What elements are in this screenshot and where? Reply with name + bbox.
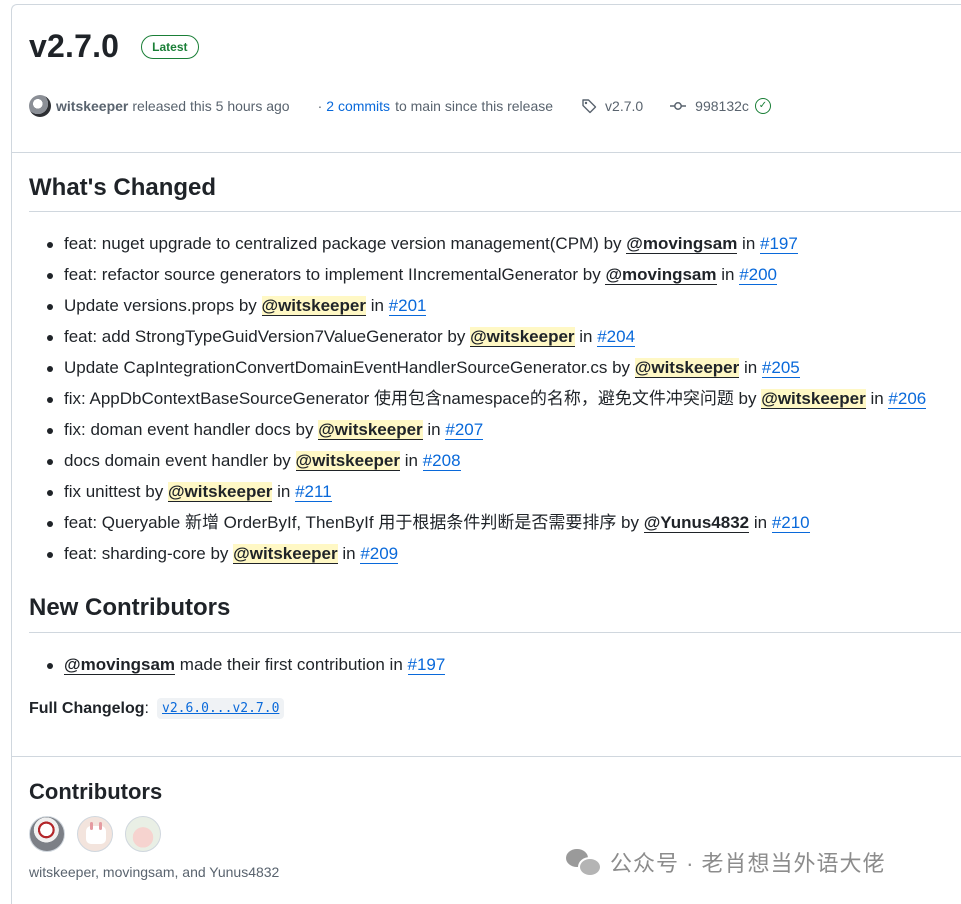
- pr-link[interactable]: #211: [295, 482, 332, 502]
- in-text: in: [739, 358, 762, 377]
- tag-icon: [581, 98, 597, 114]
- divider: [29, 632, 961, 633]
- new-contributors-list: @movingsam made their first contribution…: [29, 650, 446, 681]
- user-mention[interactable]: @witskeeper: [318, 420, 423, 440]
- list-item: fix unittest by @witskeeper in #211: [29, 477, 926, 508]
- list-item: feat: refactor source generators to impl…: [29, 260, 926, 291]
- user-mention[interactable]: @movingsam: [64, 655, 176, 675]
- watermark-text: 公众号 · 老肖想当外语大佬: [610, 851, 886, 876]
- changes-list: feat: nuget upgrade to centralized packa…: [29, 229, 927, 570]
- verified-check-icon[interactable]: ✓: [754, 98, 771, 114]
- change-text: fix: doman event handler docs by: [64, 420, 319, 439]
- latest-badge: Latest: [141, 34, 199, 59]
- colon: :: [144, 699, 149, 717]
- list-item: Update versions.props by @witskeeper in …: [29, 291, 926, 322]
- separator-dot: ·: [317, 98, 323, 114]
- avatar[interactable]: [125, 816, 161, 852]
- pr-link[interactable]: #208: [422, 451, 461, 471]
- change-text: docs domain event handler by: [64, 451, 296, 470]
- list-item: feat: Queryable 新增 OrderByIf, ThenByIf 用…: [29, 508, 926, 539]
- pr-link[interactable]: #197: [407, 655, 446, 675]
- tag-link[interactable]: v2.7.0: [605, 98, 643, 114]
- author-avatar[interactable]: [29, 95, 51, 117]
- pr-link[interactable]: #205: [761, 358, 800, 378]
- pr-link[interactable]: #200: [739, 265, 778, 285]
- new-contributors-heading: New Contributors: [29, 594, 231, 621]
- commits-suffix: to main since this release: [395, 98, 554, 114]
- avatar[interactable]: [29, 816, 65, 852]
- pr-link[interactable]: #204: [597, 327, 636, 347]
- change-text: feat: nuget upgrade to centralized packa…: [64, 234, 627, 253]
- whats-changed-heading: What's Changed: [29, 174, 217, 201]
- change-text: fix unittest by: [64, 482, 168, 501]
- list-item: fix: AppDbContextBaseSourceGenerator 使用包…: [29, 384, 927, 415]
- full-changelog: Full Changelog: v2.6.0...v2.7.0: [29, 698, 285, 719]
- change-text: fix: AppDbContextBaseSourceGenerator 使用包…: [64, 389, 762, 408]
- change-text: feat: sharding-core by: [64, 544, 234, 563]
- user-mention[interactable]: @witskeeper: [634, 358, 740, 378]
- divider: [29, 211, 961, 212]
- in-text: in: [716, 265, 740, 284]
- change-text: Update versions.props by: [64, 296, 262, 315]
- release-title[interactable]: v2.7.0: [29, 28, 119, 65]
- list-item: fix: doman event handler docs by @witske…: [29, 415, 926, 446]
- in-text: in: [574, 327, 598, 346]
- in-text: in: [365, 296, 389, 315]
- change-text: Update CapIntegrationConvertDomainEventH…: [64, 358, 635, 377]
- contribution-text: made their first contribution in: [175, 655, 408, 674]
- in-text: in: [422, 420, 446, 439]
- pr-link[interactable]: #207: [445, 420, 484, 440]
- release-header: v2.7.0 Latest: [29, 28, 199, 65]
- user-mention[interactable]: @witskeeper: [295, 451, 401, 471]
- in-text: in: [337, 544, 361, 563]
- user-mention[interactable]: @witskeeper: [167, 482, 273, 502]
- pr-link[interactable]: #197: [760, 234, 798, 254]
- released-text: released this 5 hours ago: [132, 98, 290, 114]
- pr-link[interactable]: #209: [360, 544, 399, 564]
- list-item: Update CapIntegrationConvertDomainEventH…: [29, 353, 926, 384]
- commit-icon: [669, 98, 687, 114]
- contributors-heading: Contributors: [29, 779, 163, 804]
- divider: [11, 152, 961, 153]
- full-changelog-label: Full Changelog: [29, 699, 145, 717]
- in-text: in: [272, 482, 296, 501]
- change-text: feat: Queryable 新增 OrderByIf, ThenByIf 用…: [64, 513, 644, 532]
- in-text: in: [865, 389, 889, 408]
- list-item: @movingsam made their first contribution…: [29, 650, 446, 681]
- user-mention[interactable]: @witskeeper: [761, 389, 866, 409]
- user-mention[interactable]: @witskeeper: [233, 544, 338, 564]
- in-text: in: [737, 234, 761, 253]
- in-text: in: [749, 513, 772, 532]
- release-meta: witskeeper released this 5 hours ago · 2…: [29, 94, 771, 118]
- user-mention[interactable]: @witskeeper: [470, 327, 575, 347]
- list-item: feat: nuget upgrade to centralized packa…: [29, 229, 926, 260]
- watermark: 公众号 · 老肖想当外语大佬: [566, 846, 886, 878]
- divider: [11, 756, 961, 757]
- pr-link[interactable]: #210: [771, 513, 810, 533]
- list-item: feat: sharding-core by @witskeeper in #2…: [29, 539, 926, 570]
- pr-link[interactable]: #201: [388, 296, 427, 316]
- commits-link[interactable]: 2 commits: [326, 98, 390, 114]
- change-text: feat: add StrongTypeGuidVersion7ValueGen…: [64, 327, 471, 346]
- list-item: docs domain event handler by @witskeeper…: [29, 446, 926, 477]
- user-mention[interactable]: @movingsam: [626, 234, 738, 254]
- user-mention[interactable]: @Yunus4832: [643, 513, 750, 533]
- list-item: feat: add StrongTypeGuidVersion7ValueGen…: [29, 322, 926, 353]
- wechat-icon: [566, 847, 602, 877]
- change-text: feat: refactor source generators to impl…: [64, 265, 606, 284]
- pr-link[interactable]: #206: [888, 389, 927, 409]
- author-link[interactable]: witskeeper: [56, 98, 128, 114]
- user-mention[interactable]: @movingsam: [605, 265, 717, 285]
- contributor-avatars: [29, 816, 173, 852]
- compare-link[interactable]: v2.6.0...v2.7.0: [157, 698, 285, 719]
- in-text: in: [400, 451, 423, 470]
- avatar[interactable]: [77, 816, 113, 852]
- user-mention[interactable]: @witskeeper: [261, 296, 366, 316]
- contributors-list: witskeeper, movingsam, and Yunus4832: [29, 864, 280, 880]
- commit-sha-link[interactable]: 998132c: [695, 98, 749, 114]
